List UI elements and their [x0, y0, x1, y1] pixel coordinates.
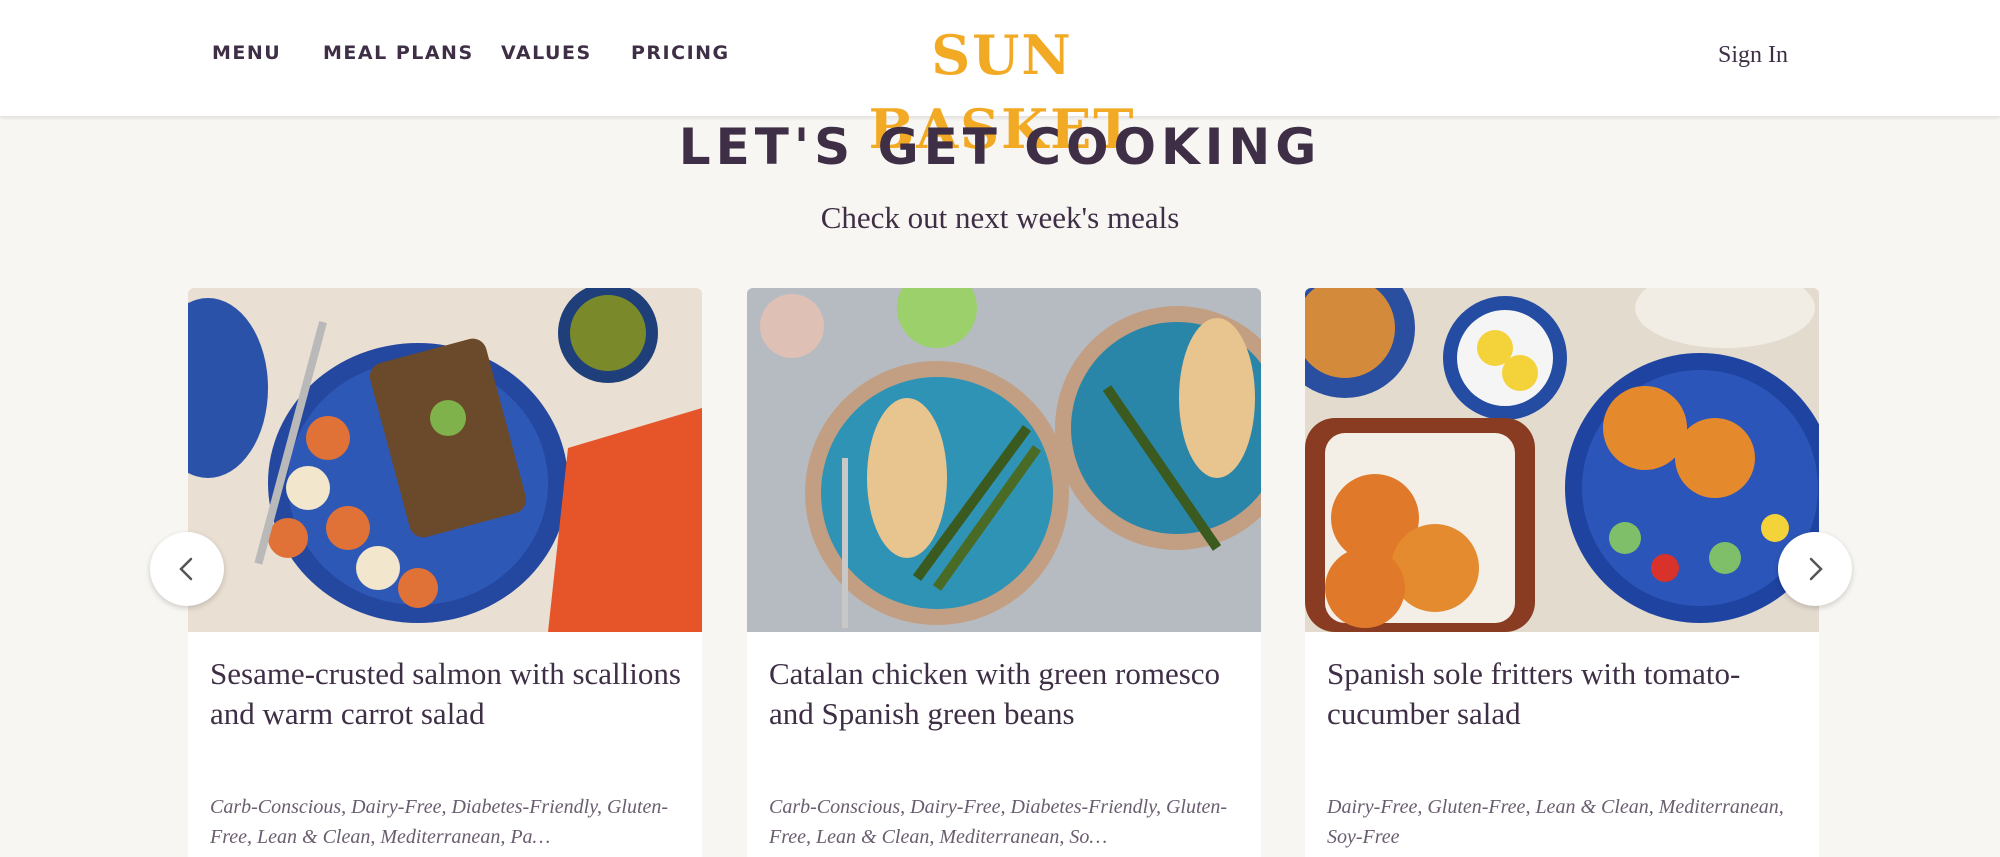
nav-menu[interactable]: MENU — [212, 42, 281, 64]
meal-tags: Carb-Conscious, Dairy-Free, Diabetes-Fri… — [210, 796, 669, 848]
page-title: LET'S GET COOKING — [678, 118, 1322, 176]
chevron-left-icon — [179, 557, 193, 581]
meal-tags: Carb-Conscious, Dairy-Free, Diabetes-Fri… — [769, 796, 1228, 848]
nav-pricing[interactable]: PRICING — [631, 42, 730, 64]
nav-meal-plans[interactable]: MEAL PLANS — [323, 42, 474, 64]
meal-image-sole — [1305, 288, 1819, 632]
sign-in-link[interactable]: Sign In — [1718, 42, 1788, 69]
meal-title[interactable]: Sesame-crusted salmon with scallions and… — [210, 654, 690, 734]
meal-card-salmon[interactable]: Sesame-crusted salmon with scallions and… — [188, 288, 702, 857]
meal-tags: Dairy-Free, Gluten-Free, Lean & Clean, M… — [1327, 796, 1784, 848]
chevron-right-icon — [1809, 557, 1823, 581]
site-header: MENU MEAL PLANS VALUES PRICING SUN BASKE… — [0, 0, 2000, 161]
meal-card-chicken[interactable]: Catalan chicken with green romesco and S… — [747, 288, 1261, 857]
meal-title[interactable]: Spanish sole fritters with tomato-cucumb… — [1327, 654, 1807, 734]
meal-title[interactable]: Catalan chicken with green romesco and S… — [769, 654, 1249, 734]
meal-image-salmon — [188, 288, 702, 632]
meal-image-chicken — [747, 288, 1261, 632]
carousel-prev-button[interactable] — [150, 532, 224, 606]
sun-basket-logo[interactable]: SUN BASKET — [852, 18, 1152, 161]
carousel-next-button[interactable] — [1778, 532, 1852, 606]
page-subtitle: Check out next week's meals — [820, 200, 1180, 235]
meal-card-sole[interactable]: Spanish sole fritters with tomato-cucumb… — [1305, 288, 1819, 857]
nav-values[interactable]: VALUES — [501, 42, 592, 64]
